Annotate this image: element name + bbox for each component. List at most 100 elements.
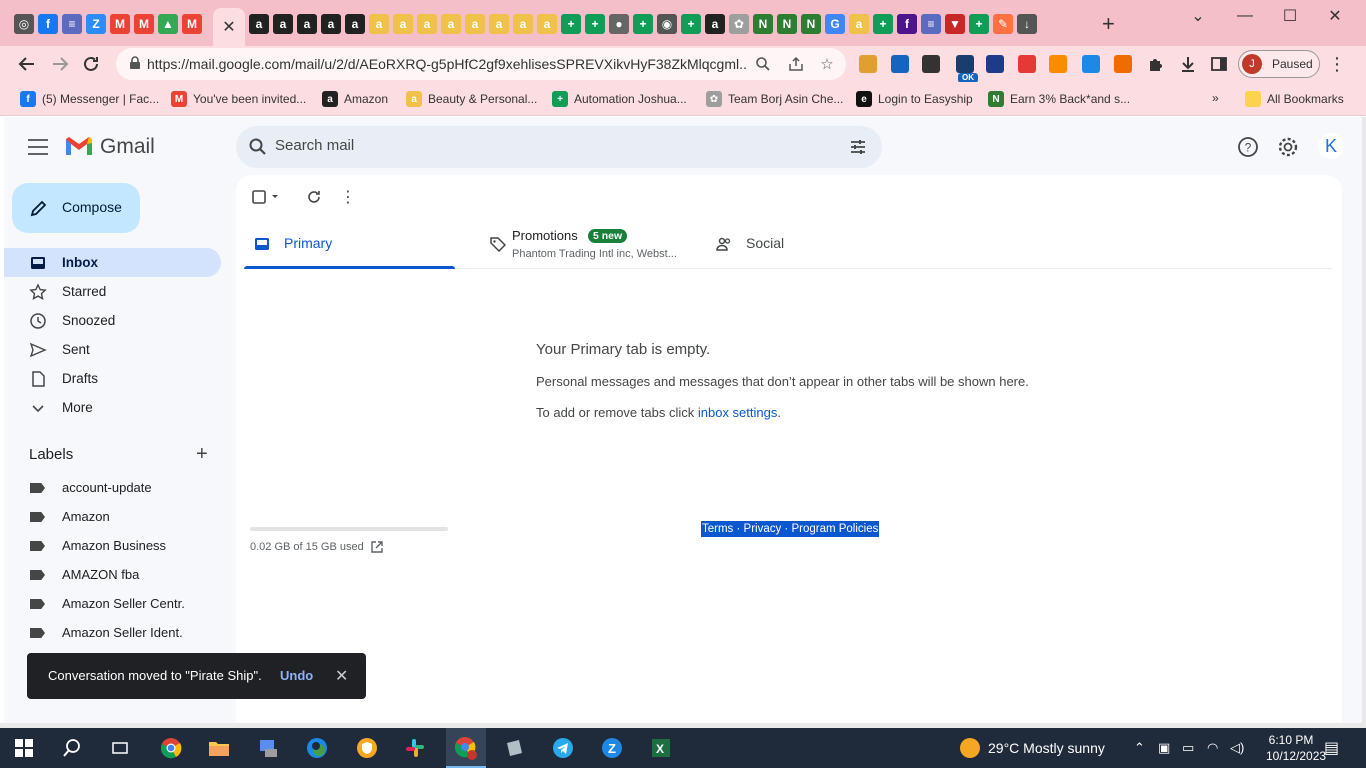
sheets-tab-icon[interactable]: + (873, 14, 893, 34)
network-app-icon[interactable] (256, 736, 280, 760)
amazon-smile-tab-icon[interactable]: a (465, 14, 485, 34)
amazon-tab-icon[interactable]: a (249, 14, 269, 34)
extensions-puzzle-icon[interactable] (1144, 52, 1168, 76)
amazon-smile-tab-icon[interactable]: a (489, 14, 509, 34)
task-view-icon[interactable] (108, 736, 132, 760)
refresh-icon[interactable] (304, 187, 324, 207)
gmail-tab-icon[interactable]: M (182, 14, 202, 34)
search-options-icon[interactable] (848, 137, 868, 157)
label-item[interactable]: Amazon Seller Ident. (4, 618, 236, 647)
fedex-tab-icon[interactable]: f (897, 14, 917, 34)
list-tab-icon[interactable]: ≡ (921, 14, 941, 34)
search-bar[interactable]: Search mail (236, 126, 882, 168)
chrome-taskbar-icon[interactable] (159, 736, 183, 760)
zoom-tab-icon[interactable]: Z (86, 14, 106, 34)
account-avatar[interactable]: K (1318, 133, 1344, 159)
ok-extension-icon[interactable] (956, 55, 974, 73)
gmail-logo-icon[interactable] (64, 135, 94, 159)
label-item[interactable]: Amazon (4, 502, 236, 531)
site-info-icon[interactable] (128, 56, 142, 70)
help-icon[interactable]: ? (1236, 135, 1260, 159)
more-options-icon[interactable]: ⋮ (340, 187, 356, 207)
profile-button[interactable]: J Paused (1238, 50, 1320, 78)
fba-extension-icon[interactable] (1082, 55, 1100, 73)
gmail-tab-icon[interactable]: M (110, 14, 130, 34)
nav-more[interactable]: More (4, 393, 221, 422)
bookmark-item[interactable]: N Earn 3% Back*and s... (988, 91, 1130, 107)
label-item[interactable]: account-update (4, 473, 236, 502)
bookmark-item[interactable]: + Automation Joshua... (552, 91, 687, 107)
file-explorer-icon[interactable] (207, 736, 231, 760)
compose-button[interactable]: Compose (12, 183, 140, 233)
select-all-checkbox[interactable] (252, 187, 282, 207)
nav-inbox[interactable]: Inbox (4, 248, 221, 277)
bolt-tab-icon[interactable]: N (753, 14, 773, 34)
amazon-tab-icon[interactable]: a (345, 14, 365, 34)
label-item[interactable]: AMAZON fba (4, 560, 236, 589)
bookmark-star-icon[interactable]: ☆ (817, 54, 837, 74)
back-button[interactable] (15, 52, 39, 76)
bread-extension-icon[interactable] (859, 55, 877, 73)
tray-chevron-icon[interactable]: ⌃ (1134, 740, 1145, 756)
amazon-smile-tab-icon[interactable]: a (537, 14, 557, 34)
search-taskbar-icon[interactable] (60, 736, 84, 760)
sheets-tab-icon[interactable]: + (633, 14, 653, 34)
close-tab-icon[interactable]: ✕ (222, 17, 235, 37)
maximize-window-button[interactable]: ☐ (1267, 6, 1313, 26)
zoom-icon[interactable] (753, 54, 773, 74)
notes-app-icon[interactable] (502, 736, 526, 760)
forward-button[interactable] (48, 52, 72, 76)
triangle-tab-icon[interactable]: ▼ (945, 14, 965, 34)
list-tab-icon[interactable]: ≡ (62, 14, 82, 34)
grid-extension-icon[interactable] (986, 55, 1004, 73)
facebook-tab-icon[interactable]: f (38, 14, 58, 34)
downloads-icon[interactable] (1176, 52, 1200, 76)
volume-icon[interactable]: ◁) (1230, 740, 1244, 756)
label-item[interactable]: Amazon Seller Centr. (4, 589, 236, 618)
chrome-profile-taskbar-icon[interactable] (454, 736, 478, 760)
nav-snoozed[interactable]: Snoozed (4, 306, 221, 335)
sheets-tab-icon[interactable]: + (969, 14, 989, 34)
bookmark-item[interactable]: M You've been invited... (171, 91, 306, 107)
battery-icon[interactable]: ▭ (1182, 740, 1194, 756)
zalo-icon[interactable]: Z (600, 736, 624, 760)
sheets-tab-icon[interactable]: + (681, 14, 701, 34)
nav-starred[interactable]: Starred (4, 277, 221, 306)
bolt-tab-icon[interactable]: N (801, 14, 821, 34)
pokeball-extension-icon[interactable] (1018, 55, 1036, 73)
search-icon[interactable] (248, 137, 268, 157)
amazon-tab-icon[interactable]: a (297, 14, 317, 34)
meet-now-icon[interactable]: ▣ (1158, 740, 1170, 756)
label-item[interactable]: Amazon Business (4, 531, 236, 560)
bookmark-item[interactable]: a Amazon (322, 91, 388, 107)
amazon-smile-tab-icon[interactable]: a (849, 14, 869, 34)
create-label-icon[interactable]: + (196, 443, 208, 466)
bolt-tab-icon[interactable]: N (777, 14, 797, 34)
footer-links[interactable]: Terms · Privacy · Program Policies (701, 521, 880, 537)
amazon-smile-tab-icon[interactable]: a (417, 14, 437, 34)
amazon-smile-tab-icon[interactable]: a (393, 14, 413, 34)
system-clock[interactable]: 6:10 PM 10/12/2023 (1266, 732, 1326, 764)
notifications-icon[interactable]: ▤ (1324, 738, 1339, 758)
bookmarks-overflow-icon[interactable]: » (1212, 91, 1219, 105)
ring-extension-icon[interactable] (891, 55, 909, 73)
wifi-icon[interactable]: ◠ (1207, 740, 1218, 756)
sheets-tab-icon[interactable]: + (561, 14, 581, 34)
chrome-tab-icon[interactable]: ◎ (14, 14, 34, 34)
vpn-shield-icon[interactable] (355, 736, 379, 760)
tab-promotions[interactable]: Promotions 5 new Phantom Trading Intl in… (480, 219, 700, 269)
bookmark-item[interactable]: a Beauty & Personal... (406, 91, 537, 107)
telegram-icon[interactable] (551, 736, 575, 760)
edge-icon[interactable] (305, 736, 329, 760)
globe-tab-icon[interactable]: ● (609, 14, 629, 34)
active-tab[interactable]: ✕ (213, 8, 245, 46)
excel-icon[interactable]: X (649, 736, 673, 760)
bookmark-item[interactable]: e Login to Easyship (856, 91, 973, 107)
browser-menu-icon[interactable]: ⋮ (1325, 52, 1349, 76)
arrow-extension-icon[interactable] (922, 55, 940, 73)
js-extension-icon[interactable] (1049, 55, 1067, 73)
sheets-tab-icon[interactable]: + (585, 14, 605, 34)
amazon-tab-icon[interactable]: a (705, 14, 725, 34)
bookmark-item[interactable]: f (5) Messenger | Fac... (20, 91, 159, 107)
close-snackbar-icon[interactable]: ✕ (335, 666, 348, 686)
